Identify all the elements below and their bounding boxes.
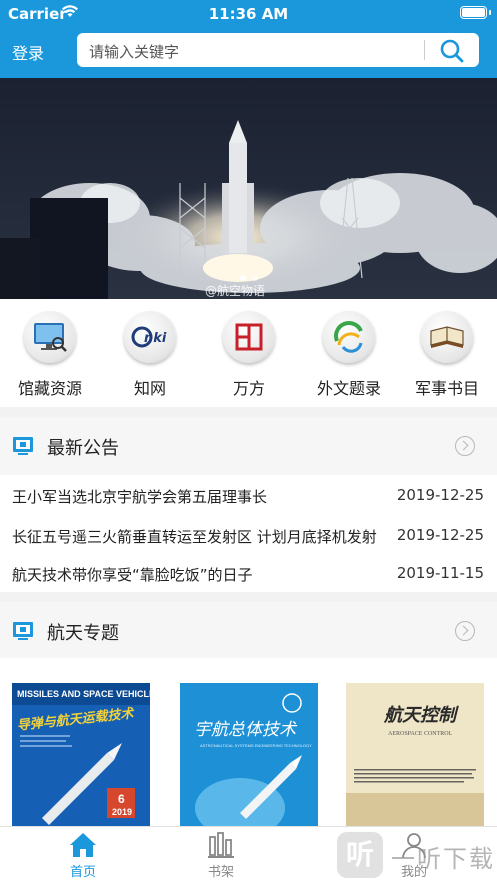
- book-en-title: AEROSPACE CONTROL: [388, 731, 453, 737]
- quick-link-military-books[interactable]: 军事书目: [397, 311, 497, 403]
- notice-date: 2019-12-25: [396, 486, 484, 504]
- quick-link-collection[interactable]: 馆藏资源: [0, 311, 100, 403]
- quick-links: 馆藏资源 nki 知网 万方 外文题录 军事书目: [0, 299, 497, 407]
- notice-item[interactable]: 长征五号遥三火箭垂直转运至发射区 计划月底择机发射 2019-12-25: [0, 517, 497, 551]
- carousel-dot[interactable]: [239, 275, 246, 281]
- tab-bookshelf[interactable]: 书架: [171, 831, 271, 883]
- status-bar: Carrier 11:36 AM: [0, 0, 497, 28]
- topic-icon: [13, 622, 33, 640]
- book-en-title: MISSILES AND SPACE VEHICLES: [17, 689, 150, 699]
- topics-title: 航天专题: [47, 623, 119, 644]
- search-divider: [424, 40, 425, 60]
- tab-label: 书架: [207, 865, 234, 880]
- book-issue: 6: [118, 792, 125, 806]
- notices-more-icon[interactable]: [455, 436, 475, 456]
- notices-title: 最新公告: [47, 438, 119, 459]
- search-icon[interactable]: [439, 38, 465, 64]
- notice-icon: [13, 437, 33, 455]
- quick-link-label: 万方: [232, 379, 265, 398]
- monitor-search-icon: [24, 311, 76, 363]
- home-icon: [70, 833, 96, 857]
- search-bar[interactable]: 请输入关键字: [77, 33, 479, 67]
- quick-link-wanfang[interactable]: 万方: [199, 311, 299, 403]
- book-cover-missiles[interactable]: MISSILES AND SPACE VEHICLES 导弹与航天运载技术 6 …: [12, 683, 150, 826]
- banner-carousel[interactable]: @航空物语: [0, 78, 497, 299]
- notice-item[interactable]: 航天技术带你享受“靠脸吃饭”的日子 2019-11-15: [0, 555, 497, 589]
- book-year: 2019: [112, 807, 132, 817]
- notices-section-header: 最新公告: [0, 417, 497, 475]
- wanfang-logo-icon: [223, 311, 275, 363]
- tab-home[interactable]: 首页: [33, 831, 133, 883]
- svg-text:nki: nki: [144, 331, 167, 346]
- notice-title: 长征五号遥三火箭垂直转运至发射区 计划月底择机发射: [12, 528, 377, 546]
- notice-date: 2019-12-25: [396, 526, 484, 544]
- quick-link-label: 外文题录: [316, 379, 381, 398]
- carousel-dots[interactable]: [0, 266, 497, 285]
- login-button[interactable]: 登录: [12, 40, 44, 64]
- search-input[interactable]: 请输入关键字: [89, 41, 179, 62]
- book-en-title: ASTRONAUTICAL SYSTEMS ENGINEERING TECHNO…: [200, 743, 312, 748]
- topics-more-icon[interactable]: [455, 621, 475, 641]
- bookshelf-icon: [208, 832, 234, 858]
- notice-date: 2019-11-15: [396, 564, 484, 582]
- download-site-watermark: 听 一听下载: [337, 830, 497, 882]
- notice-item[interactable]: 王小军当选北京宇航学会第五届理事长 2019-12-25: [0, 477, 497, 511]
- status-time: 11:36 AM: [208, 5, 289, 23]
- quick-link-label: 馆藏资源: [17, 379, 82, 398]
- book-cn-title: 航天控制: [383, 705, 459, 726]
- top-header: Carrier 11:36 AM 登录 请输入关键字: [0, 0, 497, 78]
- book-icon: [421, 311, 473, 363]
- watermark-text: 一听下载: [391, 845, 495, 873]
- cnki-logo-icon: nki: [124, 311, 176, 363]
- notice-title: 王小军当选北京宇航学会第五届理事长: [12, 488, 268, 506]
- notices-list: 王小军当选北京宇航学会第五届理事长 2019-12-25 长征五号遥三火箭垂直转…: [0, 475, 497, 592]
- book-cn-title: 宇航总体技术: [194, 720, 298, 740]
- topics-section-header: 航天专题: [0, 602, 497, 660]
- carousel-dot[interactable]: [251, 275, 258, 281]
- book-cover-astronautical[interactable]: 宇航总体技术 ASTRONAUTICAL SYSTEMS ENGINEERING…: [180, 683, 318, 826]
- notice-title: 航天技术带你享受“靠脸吃饭”的日子: [12, 566, 253, 584]
- quick-link-label: 军事书目: [414, 379, 479, 398]
- watermark-logo: 听: [337, 832, 383, 878]
- quick-link-label: 知网: [133, 379, 166, 398]
- quick-link-cnki[interactable]: nki 知网: [100, 311, 200, 403]
- tab-label: 首页: [69, 865, 96, 880]
- battery-icon: [460, 6, 491, 19]
- quick-link-foreign-catalog[interactable]: 外文题录: [299, 311, 399, 403]
- book-cover-aerospace-control[interactable]: 航天控制 AEROSPACE CONTROL: [346, 683, 484, 826]
- topic-books: MISSILES AND SPACE VEHICLES 导弹与航天运载技术 6 …: [0, 658, 497, 826]
- foreign-catalog-icon: [323, 311, 375, 363]
